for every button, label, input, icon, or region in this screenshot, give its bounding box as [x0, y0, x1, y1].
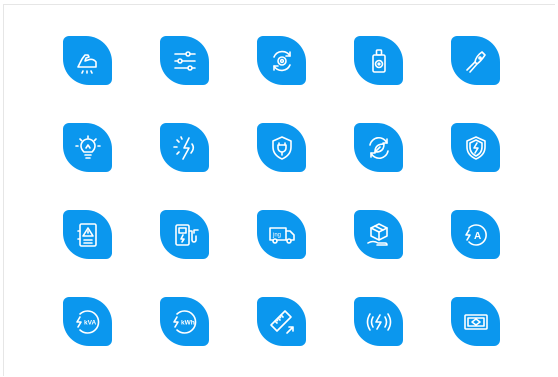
kwh-label: kWh — [181, 319, 195, 326]
tile-banknote[interactable] — [451, 297, 500, 346]
tile-gear-refresh[interactable] — [257, 36, 306, 85]
ampere-label: A — [474, 231, 481, 242]
ampere-lightning-icon: A — [462, 221, 490, 249]
tile-kva[interactable]: kVA — [63, 297, 112, 346]
ev-charging-station-icon — [171, 221, 199, 249]
tile-ruler[interactable] — [257, 297, 306, 346]
kva-lightning-icon: kVA — [74, 308, 102, 336]
tile-shield-plug[interactable] — [257, 123, 306, 172]
icon-grid: jng A kVA kWh — [63, 36, 500, 346]
tile-eco-refresh[interactable] — [354, 123, 403, 172]
measuring-ruler-icon — [268, 308, 296, 336]
lightning-sun-icon — [171, 134, 199, 162]
tile-hand-package[interactable] — [354, 210, 403, 259]
tile-delivery-van[interactable]: jng — [257, 210, 306, 259]
settings-sliders-icon — [171, 47, 199, 75]
banknote-icon — [462, 308, 490, 336]
tile-lightning-sun[interactable] — [160, 123, 209, 172]
gear-refresh-icon — [268, 47, 296, 75]
kva-label: kVA — [84, 319, 96, 326]
tile-ev-charging[interactable] — [160, 210, 209, 259]
power-socket-switch-icon — [365, 47, 393, 75]
tile-light-bulb[interactable] — [63, 123, 112, 172]
tile-power-socket[interactable] — [354, 36, 403, 85]
tile-settings[interactable] — [160, 36, 209, 85]
light-bulb-icon — [74, 134, 102, 162]
hand-package-icon — [365, 221, 393, 249]
shield-plug-icon — [268, 134, 296, 162]
strength-flexed-arm-icon — [74, 47, 102, 75]
wire-stripper-pliers-icon — [462, 47, 490, 75]
tile-shield-lightning[interactable] — [451, 123, 500, 172]
tile-pliers[interactable] — [451, 36, 500, 85]
electrical-panel-warning-icon — [74, 221, 102, 249]
tile-strength[interactable] — [63, 36, 112, 85]
van-label: jng — [272, 232, 281, 238]
delivery-van-icon: jng — [268, 221, 296, 249]
kwh-lightning-icon: kWh — [171, 308, 199, 336]
tile-electrical-panel[interactable] — [63, 210, 112, 259]
tile-wireless[interactable] — [354, 297, 403, 346]
wireless-lightning-icon — [365, 308, 393, 336]
tile-kwh[interactable]: kWh — [160, 297, 209, 346]
shield-lightning-icon — [462, 134, 490, 162]
tile-ampere[interactable]: A — [451, 210, 500, 259]
eco-refresh-leaf-icon — [365, 134, 393, 162]
